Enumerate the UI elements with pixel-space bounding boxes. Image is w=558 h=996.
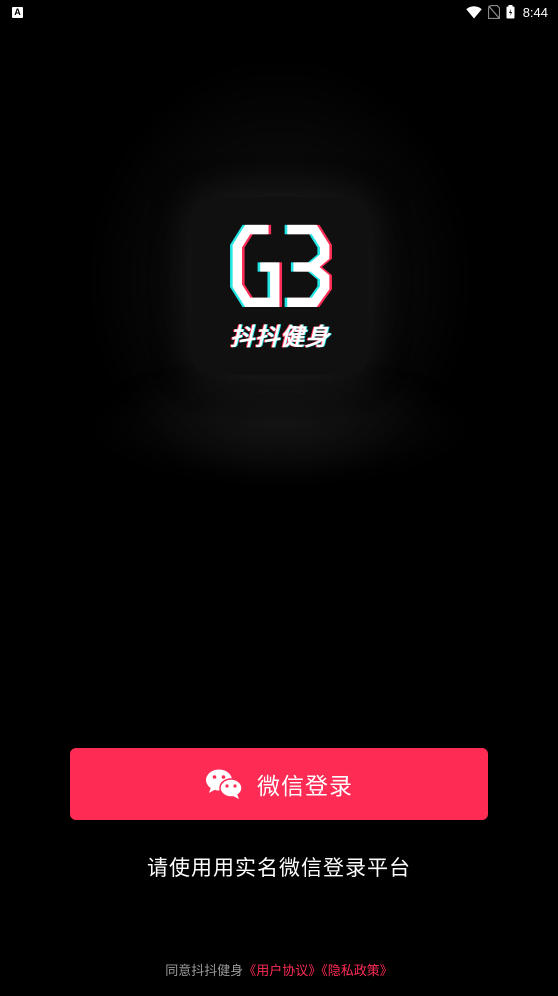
login-hint: 请使用用实名微信登录平台	[147, 856, 411, 880]
no-sim-icon	[487, 5, 500, 19]
app-logo: 抖抖健身	[191, 197, 369, 375]
background-glow-lower	[90, 370, 470, 480]
user-agreement-link[interactable]: 《用户协议》	[243, 964, 321, 979]
agreement-prefix: 同意抖抖健身	[165, 964, 244, 979]
app-logo-text: 抖抖健身	[230, 323, 330, 351]
wechat-login-label: 微信登录	[257, 773, 353, 799]
status-time: 8:44	[522, 4, 548, 20]
battery-icon	[506, 5, 515, 19]
app-logo-mark	[230, 224, 332, 308]
status-bar: A 8:44	[0, 0, 558, 24]
wechat-login-button[interactable]: 微信登录	[70, 748, 488, 820]
wechat-icon	[206, 769, 243, 799]
wifi-icon	[465, 5, 482, 18]
notification-icon: A	[12, 6, 23, 18]
agreement-text: 同意抖抖健身《用户协议》《隐私政策》	[0, 960, 558, 979]
privacy-policy-link[interactable]: 《隐私政策》	[321, 964, 393, 979]
